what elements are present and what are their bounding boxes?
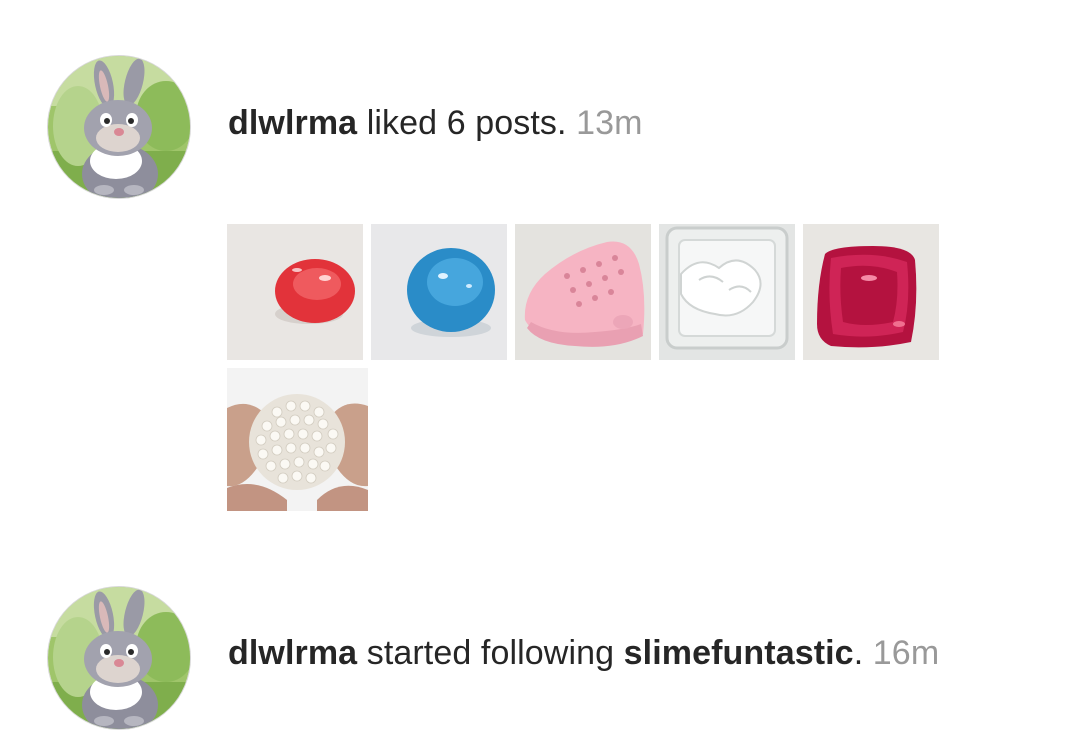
clear-slime-icon	[659, 224, 795, 360]
post-thumbnail-pearl-slime[interactable]	[227, 368, 368, 511]
activity-action: started following	[366, 634, 615, 672]
timestamp: 16m	[872, 634, 940, 672]
activity-action: liked 6 posts.	[366, 104, 567, 142]
post-thumbnail-magenta-slime[interactable]	[803, 224, 939, 360]
post-thumbnail-red-slime[interactable]	[227, 224, 363, 360]
pink-slime-icon	[515, 224, 651, 360]
username-link[interactable]: dlwlrma	[228, 634, 357, 672]
activity-text: dlwlrma liked 6 posts. 13m	[228, 103, 643, 143]
bunny-avatar-icon[interactable]	[48, 587, 190, 729]
target-username-link[interactable]: slimefuntastic	[624, 634, 854, 672]
timestamp: 13m	[576, 104, 643, 142]
punctuation: .	[853, 634, 864, 672]
blue-slime-icon	[371, 224, 507, 360]
bunny-avatar-icon[interactable]	[48, 56, 190, 198]
post-thumbnail-clear-slime[interactable]	[659, 224, 795, 360]
pearl-slime-ball-icon	[227, 368, 368, 511]
activity-text: dlwlrma started following slimefuntastic…	[228, 633, 939, 673]
post-thumbnail-blue-slime[interactable]	[371, 224, 507, 360]
magenta-slime-icon	[803, 224, 939, 360]
red-slime-icon	[227, 224, 363, 360]
post-thumbnail-pink-slime[interactable]	[515, 224, 651, 360]
username-link[interactable]: dlwlrma	[228, 104, 357, 142]
